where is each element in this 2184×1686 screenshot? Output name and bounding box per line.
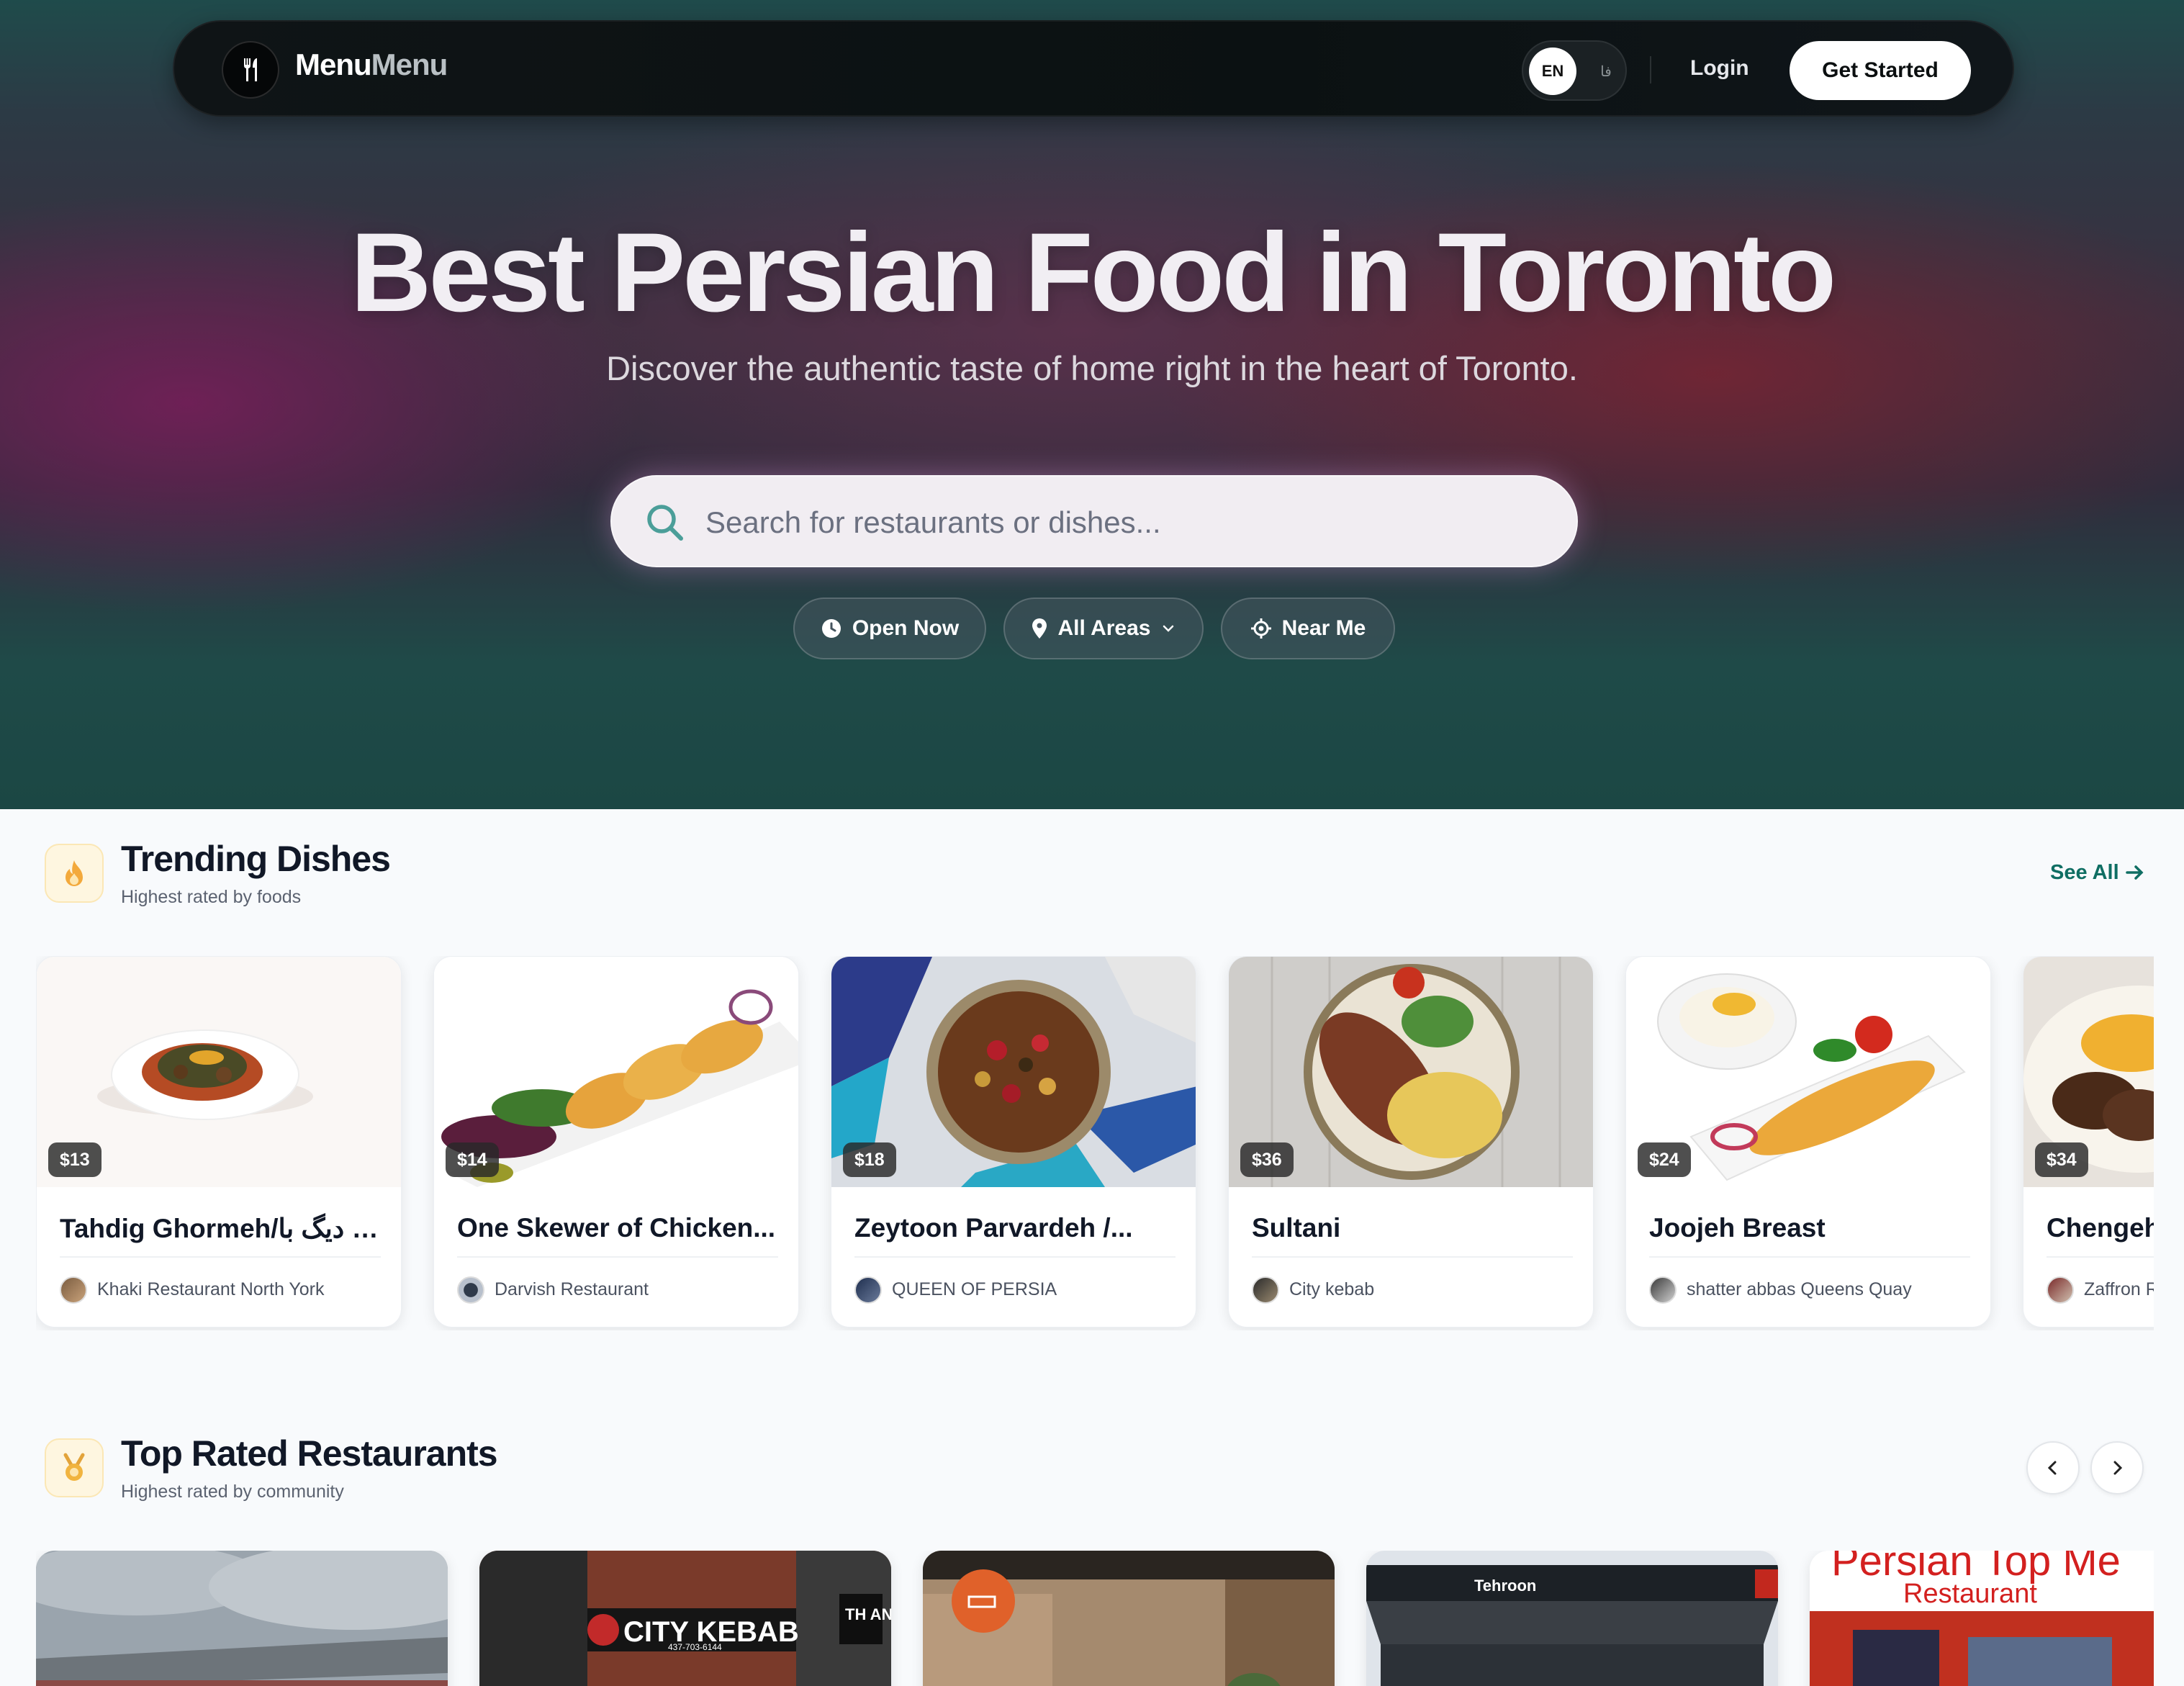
brand-part-2: Menu (371, 48, 448, 81)
fire-icon (45, 844, 104, 903)
restaurant-name[interactable]: City kebab (1289, 1279, 1374, 1300)
search-input[interactable] (705, 494, 1540, 551)
restaurant-image: Tehroon (1366, 1551, 1778, 1686)
dish-card[interactable]: $24 Joojeh Breast shatter abbas Queens Q… (1625, 956, 1991, 1327)
restaurant-name[interactable]: QUEEN OF PERSIA (892, 1279, 1057, 1300)
restaurant-name[interactable]: Darvish Restaurant (495, 1279, 649, 1300)
filter-near-me[interactable]: Near Me (1221, 598, 1395, 659)
arrow-right-icon (2125, 865, 2144, 880)
dish-card[interactable]: $34 Chengeh Zaffron Restaurant (2023, 956, 2154, 1327)
get-started-button[interactable]: Get Started (1790, 41, 1971, 100)
divider (854, 1256, 1176, 1258)
restaurant-card[interactable]: CITY KEBAB 437-703-6144 TH AN (479, 1551, 891, 1686)
trending-subtitle: Highest rated by foods (121, 887, 302, 907)
trending-dishes-carousel[interactable]: $13 Tahdig Ghormeh/ته دیگ با... Khaki Re… (36, 956, 2154, 1330)
medal-icon (45, 1438, 104, 1497)
restaurant-image (923, 1551, 1335, 1686)
restaurant-avatar (1252, 1276, 1279, 1304)
price-badge: $24 (1638, 1142, 1691, 1177)
divider (1649, 1256, 1970, 1258)
restaurant-image: CITY KEBAB 437-703-6144 TH AN (479, 1551, 891, 1686)
restaurant-image (36, 1551, 448, 1686)
restaurant-card[interactable] (36, 1551, 448, 1686)
lang-fa-option[interactable]: فا (1588, 48, 1624, 95)
carousel-prev-button[interactable] (2026, 1441, 2080, 1495)
divider (1252, 1256, 1573, 1258)
dish-name[interactable]: Sultani (1252, 1213, 1576, 1243)
price-badge: $18 (843, 1142, 896, 1177)
restaurant-card[interactable]: Tehroon (1366, 1551, 1778, 1686)
dish-name[interactable]: One Skewer of Chicken... (457, 1213, 781, 1243)
restaurant-card[interactable] (923, 1551, 1335, 1686)
brand-part-1: Menu (295, 48, 372, 81)
dish-name[interactable]: Tahdig Ghormeh/ته دیگ با... (60, 1213, 384, 1244)
top-rated-carousel[interactable]: CITY KEBAB 437-703-6144 TH AN Tehroon Pe… (36, 1551, 2154, 1686)
divider (2047, 1256, 2154, 1258)
restaurant-card[interactable]: Persian Top Me Restaurant (1810, 1551, 2154, 1686)
dish-card[interactable]: $18 Zeytoon Parvardeh /... QUEEN OF PERS… (831, 956, 1196, 1327)
restaurant-name[interactable]: Khaki Restaurant North York (97, 1279, 324, 1300)
filter-all-areas-label: All Areas (1057, 616, 1151, 640)
see-all-link[interactable]: See All (2050, 861, 2145, 885)
brand-logo[interactable]: MenuMenu (295, 48, 448, 82)
page-subtitle: Discover the authentic taste of home rig… (606, 349, 1578, 387)
divider (60, 1256, 381, 1258)
restaurant-avatar (60, 1276, 87, 1304)
lang-en-option[interactable]: EN (1529, 48, 1576, 95)
trending-title: Trending Dishes (121, 839, 391, 879)
dish-card[interactable]: $14 One Skewer of Chicken... Darvish Res… (433, 956, 799, 1327)
price-badge: $36 (1240, 1142, 1294, 1177)
restaurant-name[interactable]: Zaffron Restaurant (2084, 1279, 2154, 1300)
language-toggle[interactable]: EN فا (1522, 40, 1627, 101)
dish-name[interactable]: Zeytoon Parvardeh /... (854, 1213, 1178, 1243)
restaurant-avatar (2047, 1276, 2074, 1304)
hero-section: MenuMenu EN فا Login Get Started Best Pe… (0, 0, 2184, 809)
crosshair-icon (1250, 618, 1271, 639)
dish-name[interactable]: Joojeh Breast (1649, 1213, 1973, 1243)
filter-near-me-label: Near Me (1281, 616, 1366, 640)
fork-knife-icon (243, 58, 257, 81)
dish-name[interactable]: Chengeh (2047, 1213, 2154, 1243)
dish-card[interactable]: $13 Tahdig Ghormeh/ته دیگ با... Khaki Re… (36, 956, 402, 1327)
nav-divider (1650, 56, 1651, 84)
price-badge: $34 (2035, 1142, 2088, 1177)
login-link[interactable]: Login (1690, 56, 1749, 81)
restaurant-name[interactable]: shatter abbas Queens Quay (1687, 1279, 1912, 1300)
carousel-next-button[interactable] (2090, 1441, 2144, 1495)
filter-open-now[interactable]: Open Now (793, 598, 986, 659)
top-rated-subtitle: Highest rated by community (121, 1482, 344, 1502)
storefront-phone: 437-703-6144 (668, 1642, 722, 1652)
chevron-right-icon (2113, 1461, 2123, 1475)
clock-icon (821, 619, 841, 638)
filter-open-now-label: Open Now (852, 616, 960, 640)
price-badge: $13 (48, 1142, 101, 1177)
search-bar[interactable] (610, 475, 1578, 567)
top-navbar: MenuMenu EN فا Login Get Started (173, 20, 2014, 117)
page-title: Best Persian Food in Toronto (350, 210, 1837, 335)
restaurant-image: Persian Top Me Restaurant (1810, 1551, 2154, 1686)
storefront-sign: Tehroon (1474, 1577, 1536, 1595)
restaurant-avatar (854, 1276, 882, 1304)
chevron-down-icon (1163, 625, 1174, 632)
restaurant-avatar (1649, 1276, 1677, 1304)
top-rated-title: Top Rated Restaurants (121, 1433, 498, 1474)
logo-icon[interactable] (222, 41, 279, 99)
divider (457, 1256, 778, 1258)
filter-all-areas[interactable]: All Areas (1003, 598, 1204, 659)
chevron-left-icon (2047, 1461, 2057, 1475)
restaurant-avatar (457, 1276, 484, 1304)
price-badge: $14 (446, 1142, 499, 1177)
see-all-label: See All (2050, 861, 2119, 884)
map-pin-icon (1032, 618, 1047, 639)
dish-card[interactable]: $36 Sultani City kebab (1228, 956, 1594, 1327)
storefront-subsign: Restaurant (1903, 1579, 2037, 1609)
search-icon (647, 505, 683, 541)
storefront-side-sign: TH AN (845, 1605, 891, 1623)
